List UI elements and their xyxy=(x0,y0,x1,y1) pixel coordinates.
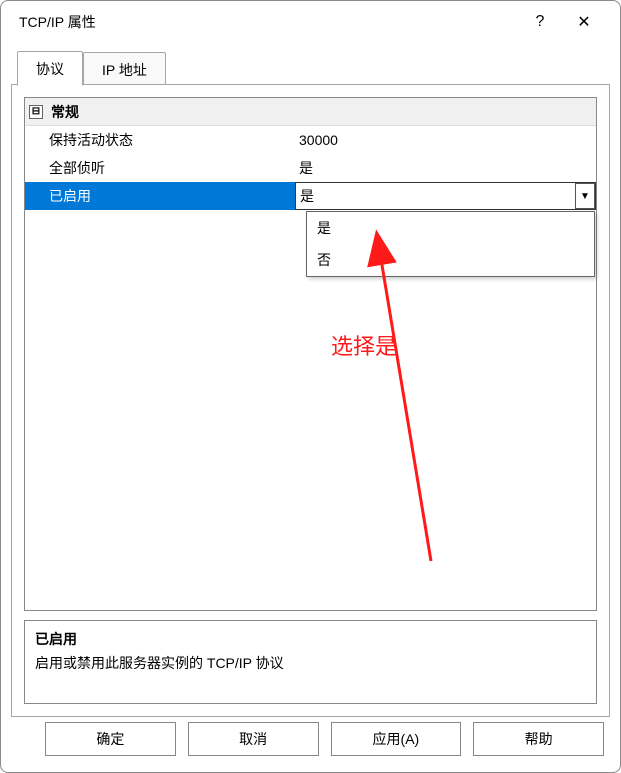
tab-panel-protocol: ⊟ 常规 保持活动状态 30000 全部侦听 是 已启用 是 ▼ xyxy=(11,84,610,717)
tab-ip-address[interactable]: IP 地址 xyxy=(83,52,166,86)
grid-label: 全部侦听 xyxy=(25,154,295,182)
dropdown-option-yes[interactable]: 是 xyxy=(307,212,594,244)
property-grid: ⊟ 常规 保持活动状态 30000 全部侦听 是 已启用 是 ▼ xyxy=(24,97,597,611)
help-button[interactable]: ? xyxy=(518,6,562,38)
grid-section-general[interactable]: ⊟ 常规 xyxy=(25,98,596,126)
grid-row-enabled[interactable]: 已启用 是 ▼ xyxy=(25,182,596,210)
tabstrip: 协议 IP 地址 xyxy=(11,51,610,85)
description-pane: 已启用 启用或禁用此服务器实例的 TCP/IP 协议 xyxy=(24,620,597,704)
chevron-down-icon: ▼ xyxy=(580,191,590,202)
description-body: 启用或禁用此服务器实例的 TCP/IP 协议 xyxy=(35,653,586,673)
window-title: TCP/IP 属性 xyxy=(19,12,518,32)
collapse-icon[interactable]: ⊟ xyxy=(29,105,43,119)
titlebar: TCP/IP 属性 ? ✕ xyxy=(1,1,620,43)
grid-label: 已启用 xyxy=(25,182,295,210)
help-button-bottom[interactable]: 帮助 xyxy=(473,722,604,756)
description-title: 已启用 xyxy=(35,629,586,649)
grid-row-keepalive[interactable]: 保持活动状态 30000 xyxy=(25,126,596,154)
apply-button[interactable]: 应用(A) xyxy=(331,722,462,756)
grid-value[interactable]: 30000 xyxy=(295,126,596,154)
grid-value[interactable]: 是 xyxy=(295,154,596,182)
close-button[interactable]: ✕ xyxy=(562,6,606,38)
dialog-button-row: 确定 取消 应用(A) 帮助 xyxy=(1,722,620,762)
dialog-window: TCP/IP 属性 ? ✕ 协议 IP 地址 ⊟ 常规 保持活动状态 30000… xyxy=(0,0,621,773)
grid-value-text: 是 xyxy=(300,186,314,206)
cancel-button[interactable]: 取消 xyxy=(188,722,319,756)
dropdown-popup: 是 否 xyxy=(306,211,595,277)
client-area: 协议 IP 地址 ⊟ 常规 保持活动状态 30000 全部侦听 是 已启用 xyxy=(11,51,610,717)
grid-row-listenall[interactable]: 全部侦听 是 xyxy=(25,154,596,182)
tab-protocol[interactable]: 协议 xyxy=(17,51,83,86)
grid-label: 保持活动状态 xyxy=(25,126,295,154)
grid-value-enabled[interactable]: 是 ▼ xyxy=(295,182,596,210)
grid-section-label: 常规 xyxy=(51,102,79,122)
dropdown-button[interactable]: ▼ xyxy=(575,183,595,209)
ok-button[interactable]: 确定 xyxy=(45,722,176,756)
dropdown-option-no[interactable]: 否 xyxy=(307,244,594,276)
